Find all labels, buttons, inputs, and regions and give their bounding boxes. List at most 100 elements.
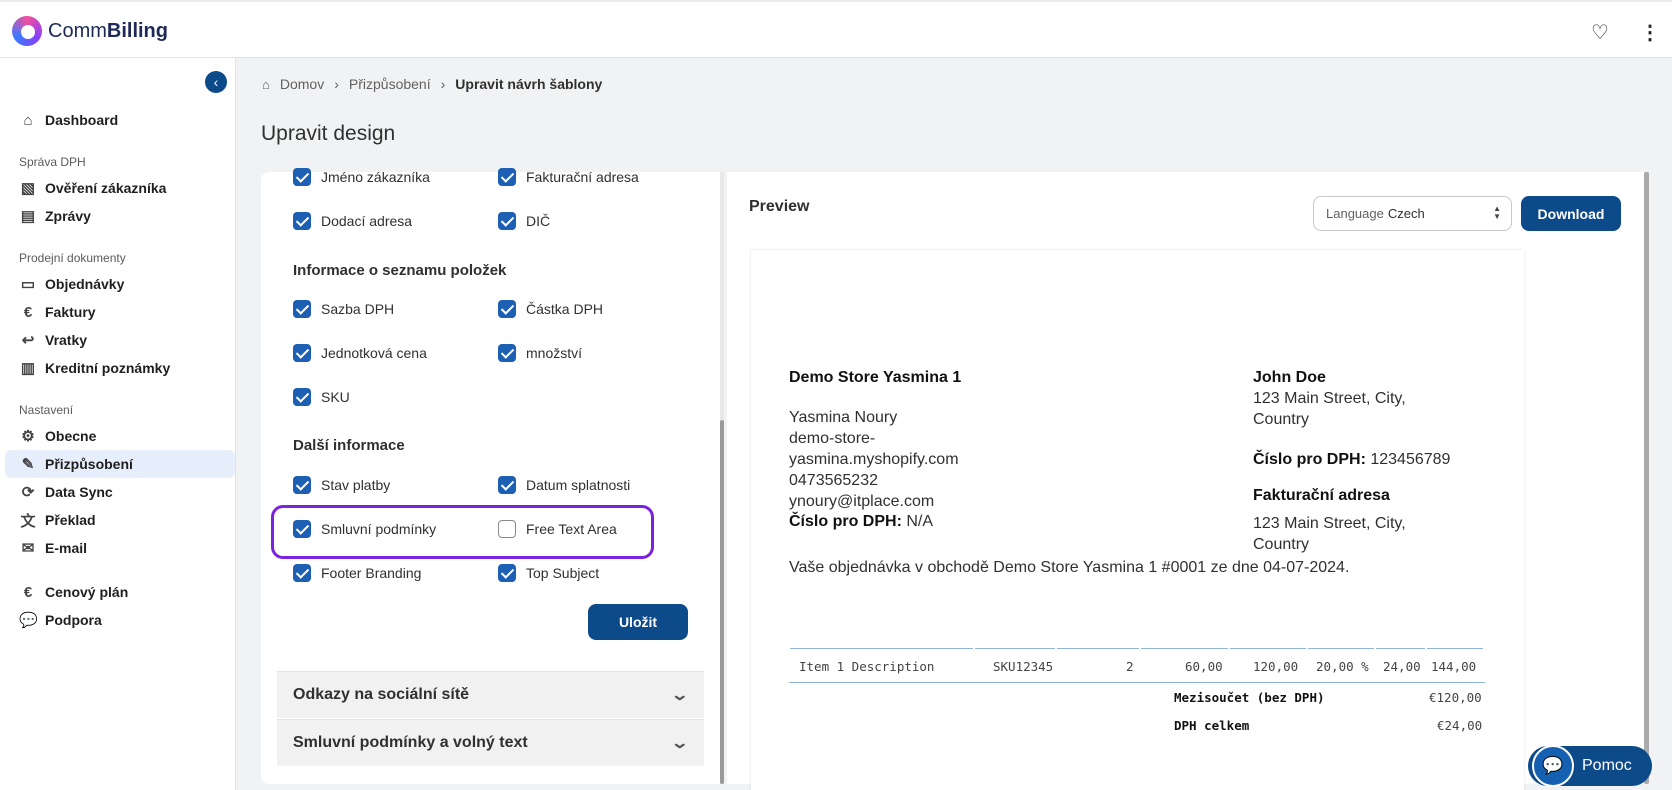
store-vat-line: Číslo pro DPH: N/A (789, 513, 933, 531)
save-button[interactable]: Uložit (588, 604, 688, 640)
envelope-icon: ✉ (21, 540, 35, 557)
billing-address-2: Country (1253, 536, 1310, 553)
checkbox-vat-amount[interactable]: Částka DPH (498, 300, 603, 318)
preview-scrollbar[interactable] (1644, 172, 1649, 784)
nav-section-settings: Nastavení (19, 403, 74, 417)
checkbox-billing-address[interactable]: Fakturační adresa (498, 168, 639, 186)
checkbox-box[interactable] (293, 168, 311, 186)
checkbox-label: DIČ (526, 213, 551, 229)
checkbox-unit-price[interactable]: Jednotková cena (293, 344, 427, 362)
customer-address-1: 123 Main Street, City, (1253, 390, 1406, 407)
chevron-right-icon: › (334, 76, 339, 92)
sidebar-item-label: Zprávy (45, 208, 91, 224)
checkbox-payment-status[interactable]: Stav platby (293, 476, 390, 494)
sidebar-item-returns[interactable]: ↩ Vratky (5, 326, 235, 354)
checkbox-box[interactable] (498, 476, 516, 494)
sidebar-item-dashboard[interactable]: ⌂ Dashboard (5, 106, 235, 134)
store-domain-2: yasmina.myshopify.com (789, 451, 959, 468)
sidebar-item-translation[interactable]: 文 Překlad (5, 506, 235, 534)
checkbox-label: Stav platby (321, 477, 391, 493)
vat-total-value: €24,00 (1437, 718, 1483, 733)
checkbox-shipping-address[interactable]: Dodací adresa (293, 212, 412, 230)
sidebar-item-label: Objednávky (45, 276, 125, 292)
scrollbar-thumb[interactable] (720, 420, 724, 784)
breadcrumb: ⌂ Domov › Přizpůsobení › Upravit návrh š… (262, 76, 602, 92)
checkbox-box[interactable] (498, 564, 516, 582)
item-vat-rate: 20,00 % (1316, 659, 1369, 674)
breadcrumb-customization[interactable]: Přizpůsobení (349, 76, 431, 92)
checkbox-customer-name[interactable]: Jméno zákazníka (293, 168, 430, 186)
sidebar-item-reports[interactable]: ▤ Zprávy (5, 202, 235, 230)
sidebar-item-email[interactable]: ✉ E-mail (5, 534, 235, 562)
accordion-social-links[interactable]: Odkazy na sociální sítě ⌄ (277, 671, 704, 718)
sync-icon: ⟳ (21, 484, 35, 501)
checkbox-sku[interactable]: SKU (293, 388, 350, 406)
checkbox-box[interactable] (498, 344, 516, 362)
checkbox-vat-rate[interactable]: Sazba DPH (293, 300, 394, 318)
home-icon: ⌂ (23, 111, 33, 129)
table-rule (1141, 648, 1228, 649)
sidebar-item-credit-notes[interactable]: ▥ Kreditní poznámky (5, 354, 235, 382)
sidebar-item-support[interactable]: 💬 Podpora (5, 606, 235, 634)
return-receipt-icon: ↩ (21, 332, 35, 349)
checkbox-due-date[interactable]: Datum splatnosti (498, 476, 630, 494)
help-label: Pomoc (1582, 757, 1632, 774)
checkbox-box[interactable] (293, 212, 311, 230)
accordion-title: Odkazy na sociální sítě (293, 686, 470, 703)
checkbox-box[interactable] (293, 388, 311, 406)
inbox-icon: ▭ (20, 276, 36, 293)
sidebar-item-orders[interactable]: ▭ Objednávky (5, 270, 235, 298)
breadcrumb-home[interactable]: Domov (280, 76, 324, 92)
checkbox-box[interactable] (293, 344, 311, 362)
app-logo[interactable]: CommBilling (12, 16, 168, 46)
checkbox-box[interactable] (293, 476, 311, 494)
checkbox-box[interactable] (293, 300, 311, 318)
collapse-sidebar-button[interactable]: ‹ (205, 71, 227, 93)
checkbox-label: Footer Branding (321, 565, 422, 581)
subtotal-value: €120,00 (1429, 690, 1482, 705)
more-vertical-icon[interactable]: ⋮ (1640, 20, 1660, 45)
sidebar-item-verify-customer[interactable]: ▧ Ověření zákazníka (5, 174, 235, 202)
receipt-percent-icon: ▧ (20, 180, 36, 197)
sidebar-item-label: Vratky (45, 332, 88, 348)
item-subtotal: 120,00 (1253, 659, 1299, 674)
sidebar-item-customization[interactable]: ✎ Přizpůsobení (5, 450, 235, 478)
chat-bubbles-icon[interactable]: 💬 (1532, 745, 1574, 787)
heart-icon[interactable]: ♡ (1591, 20, 1609, 45)
table-rule (789, 682, 1485, 683)
checkbox-top-subject[interactable]: Top Subject (498, 564, 599, 582)
checkbox-box[interactable] (498, 168, 516, 186)
vat-label: Číslo pro DPH: (789, 513, 902, 530)
sidebar-item-label: Data Sync (45, 484, 113, 500)
accordion-terms-text[interactable]: Smluvní podmínky a volný text ⌄ (277, 719, 704, 766)
customer-address-2: Country (1253, 411, 1310, 428)
highlight-outline (271, 505, 654, 559)
settings-scrollbar[interactable] (720, 172, 724, 784)
download-button[interactable]: Download (1521, 196, 1621, 231)
checkbox-label: Fakturační adresa (526, 169, 639, 185)
sidebar-item-label: Faktury (45, 304, 96, 320)
accordion-title: Smluvní podmínky a volný text (293, 734, 528, 751)
item-unit-price: 60,00 (1185, 659, 1223, 674)
logo-mark (12, 16, 42, 46)
logo-text: CommBilling (48, 19, 168, 42)
billing-address-label: Fakturační adresa (1253, 487, 1390, 504)
sidebar-item-data-sync[interactable]: ⟳ Data Sync (5, 478, 235, 506)
checkbox-footer-branding[interactable]: Footer Branding (293, 564, 421, 582)
item-description: Item 1 Description (799, 659, 935, 674)
sidebar-item-general[interactable]: ⚙ Obecne (5, 422, 235, 450)
checkbox-box[interactable] (293, 564, 311, 582)
sidebar-item-pricing-plan[interactable]: € Cenový plán (5, 578, 235, 606)
checkbox-vat-id[interactable]: DIČ (498, 212, 550, 230)
checkbox-quantity[interactable]: množství (498, 344, 582, 362)
language-select[interactable]: Language Czech ▲ ▼ (1313, 196, 1512, 231)
item-total: 144,00 (1431, 659, 1477, 674)
checkbox-box[interactable] (498, 300, 516, 318)
store-name: Demo Store Yasmina 1 (789, 369, 962, 386)
breadcrumb-current: Upravit návrh šablony (455, 76, 603, 92)
checkbox-box[interactable] (498, 212, 516, 230)
paint-icon: ✎ (21, 456, 35, 473)
sidebar-item-invoices[interactable]: € Faktury (5, 298, 235, 326)
vat-label: Číslo pro DPH: (1253, 451, 1366, 468)
sidebar-item-label: Podpora (45, 612, 102, 628)
